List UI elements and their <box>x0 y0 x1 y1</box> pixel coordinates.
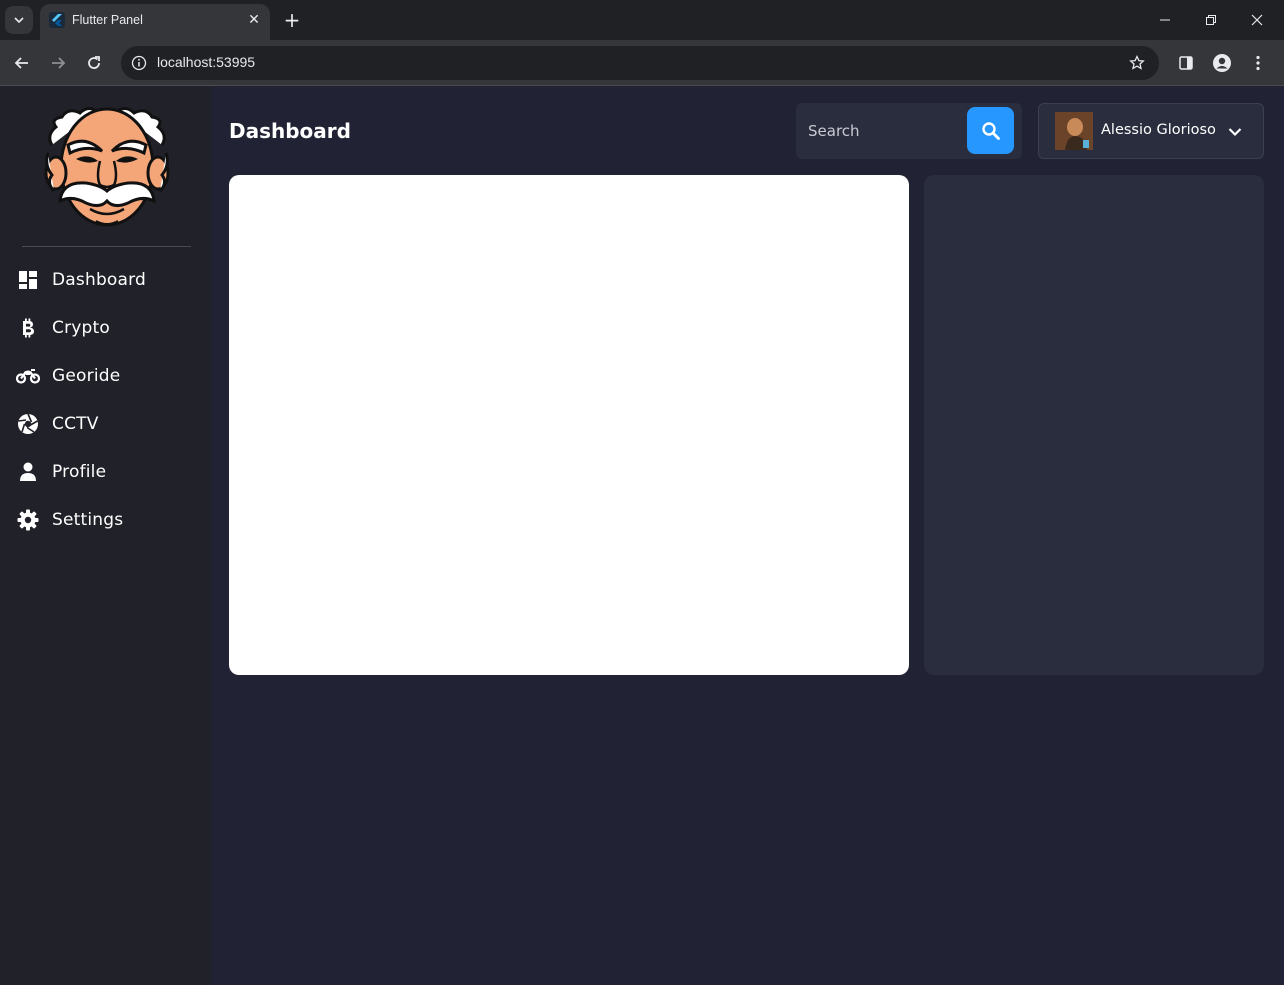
search-button[interactable] <box>967 107 1014 154</box>
sidebar-item-profile[interactable]: Profile <box>0 450 212 494</box>
chevron-down-icon[interactable] <box>1225 122 1245 142</box>
restore-icon <box>1206 15 1216 25</box>
page-title: Dashboard <box>229 119 351 143</box>
avatar <box>1055 112 1093 150</box>
tab-search-button[interactable] <box>5 6 33 34</box>
minimize-icon <box>1160 19 1170 21</box>
main-content: Dashboard Alessio Glorioso <box>212 87 1284 985</box>
minimize-button[interactable] <box>1147 6 1183 34</box>
close-window-button[interactable] <box>1239 6 1275 34</box>
profile-card[interactable]: Alessio Glorioso <box>1038 103 1264 159</box>
browser-toolbar: localhost:53995 <box>0 40 1284 86</box>
sidebar-item-settings[interactable]: Settings <box>0 498 212 542</box>
side-panel-icon[interactable] <box>1174 51 1198 75</box>
mascot-logo <box>42 105 172 233</box>
url-text[interactable]: localhost:53995 <box>157 54 255 70</box>
sidebar-item-label: Georide <box>52 366 121 386</box>
sidebar-item-georide[interactable]: Georide <box>0 354 212 398</box>
user-name: Alessio Glorioso <box>1101 122 1216 138</box>
tab-close-icon[interactable]: ✕ <box>244 10 264 30</box>
reload-button[interactable] <box>80 49 108 77</box>
browser-tab-strip: Flutter Panel ✕ + <box>0 0 1284 40</box>
arrow-left-icon <box>14 57 28 69</box>
sidebar-item-crypto[interactable]: Crypto <box>0 306 212 350</box>
address-bar[interactable]: localhost:53995 <box>121 46 1159 80</box>
sidebar-item-cctv[interactable]: CCTV <box>0 402 212 446</box>
search-box <box>796 103 1022 159</box>
dashboard-icon <box>16 268 40 292</box>
back-button[interactable] <box>8 49 36 77</box>
search-icon <box>981 121 1000 140</box>
new-tab-button[interactable]: + <box>280 8 304 32</box>
site-info-icon[interactable] <box>129 53 149 73</box>
sidebar-item-label: Settings <box>52 510 124 530</box>
restore-button[interactable] <box>1193 6 1229 34</box>
sidebar-divider <box>22 246 191 247</box>
chevron-down-icon <box>14 17 24 24</box>
forward-button[interactable] <box>44 49 72 77</box>
side-panel-card <box>924 175 1264 675</box>
browser-tab[interactable]: Flutter Panel ✕ <box>40 4 270 40</box>
arrow-right-icon <box>52 57 66 69</box>
camera-shutter-icon <box>16 412 40 436</box>
sidebar-item-label: CCTV <box>52 414 99 434</box>
sidebar-item-label: Dashboard <box>52 270 147 290</box>
bookmark-star-icon[interactable] <box>1127 53 1147 73</box>
sidebar: Dashboard Crypto Georide CCTV Profile Se… <box>0 87 212 985</box>
sidebar-item-label: Profile <box>52 462 107 482</box>
flutter-icon <box>49 12 65 28</box>
close-icon <box>1251 14 1263 26</box>
bitcoin-icon <box>16 316 40 340</box>
main-panel-card <box>229 175 909 675</box>
sidebar-item-dashboard[interactable]: Dashboard <box>0 258 212 302</box>
sidebar-item-label: Crypto <box>52 318 110 338</box>
motorcycle-icon <box>16 364 40 388</box>
gear-icon <box>16 508 40 532</box>
account-icon[interactable] <box>1210 51 1234 75</box>
person-icon <box>16 460 40 484</box>
reload-icon <box>88 56 100 69</box>
search-input[interactable] <box>808 119 958 143</box>
kebab-menu-icon[interactable] <box>1246 51 1270 75</box>
tab-title: Flutter Panel <box>72 13 143 27</box>
